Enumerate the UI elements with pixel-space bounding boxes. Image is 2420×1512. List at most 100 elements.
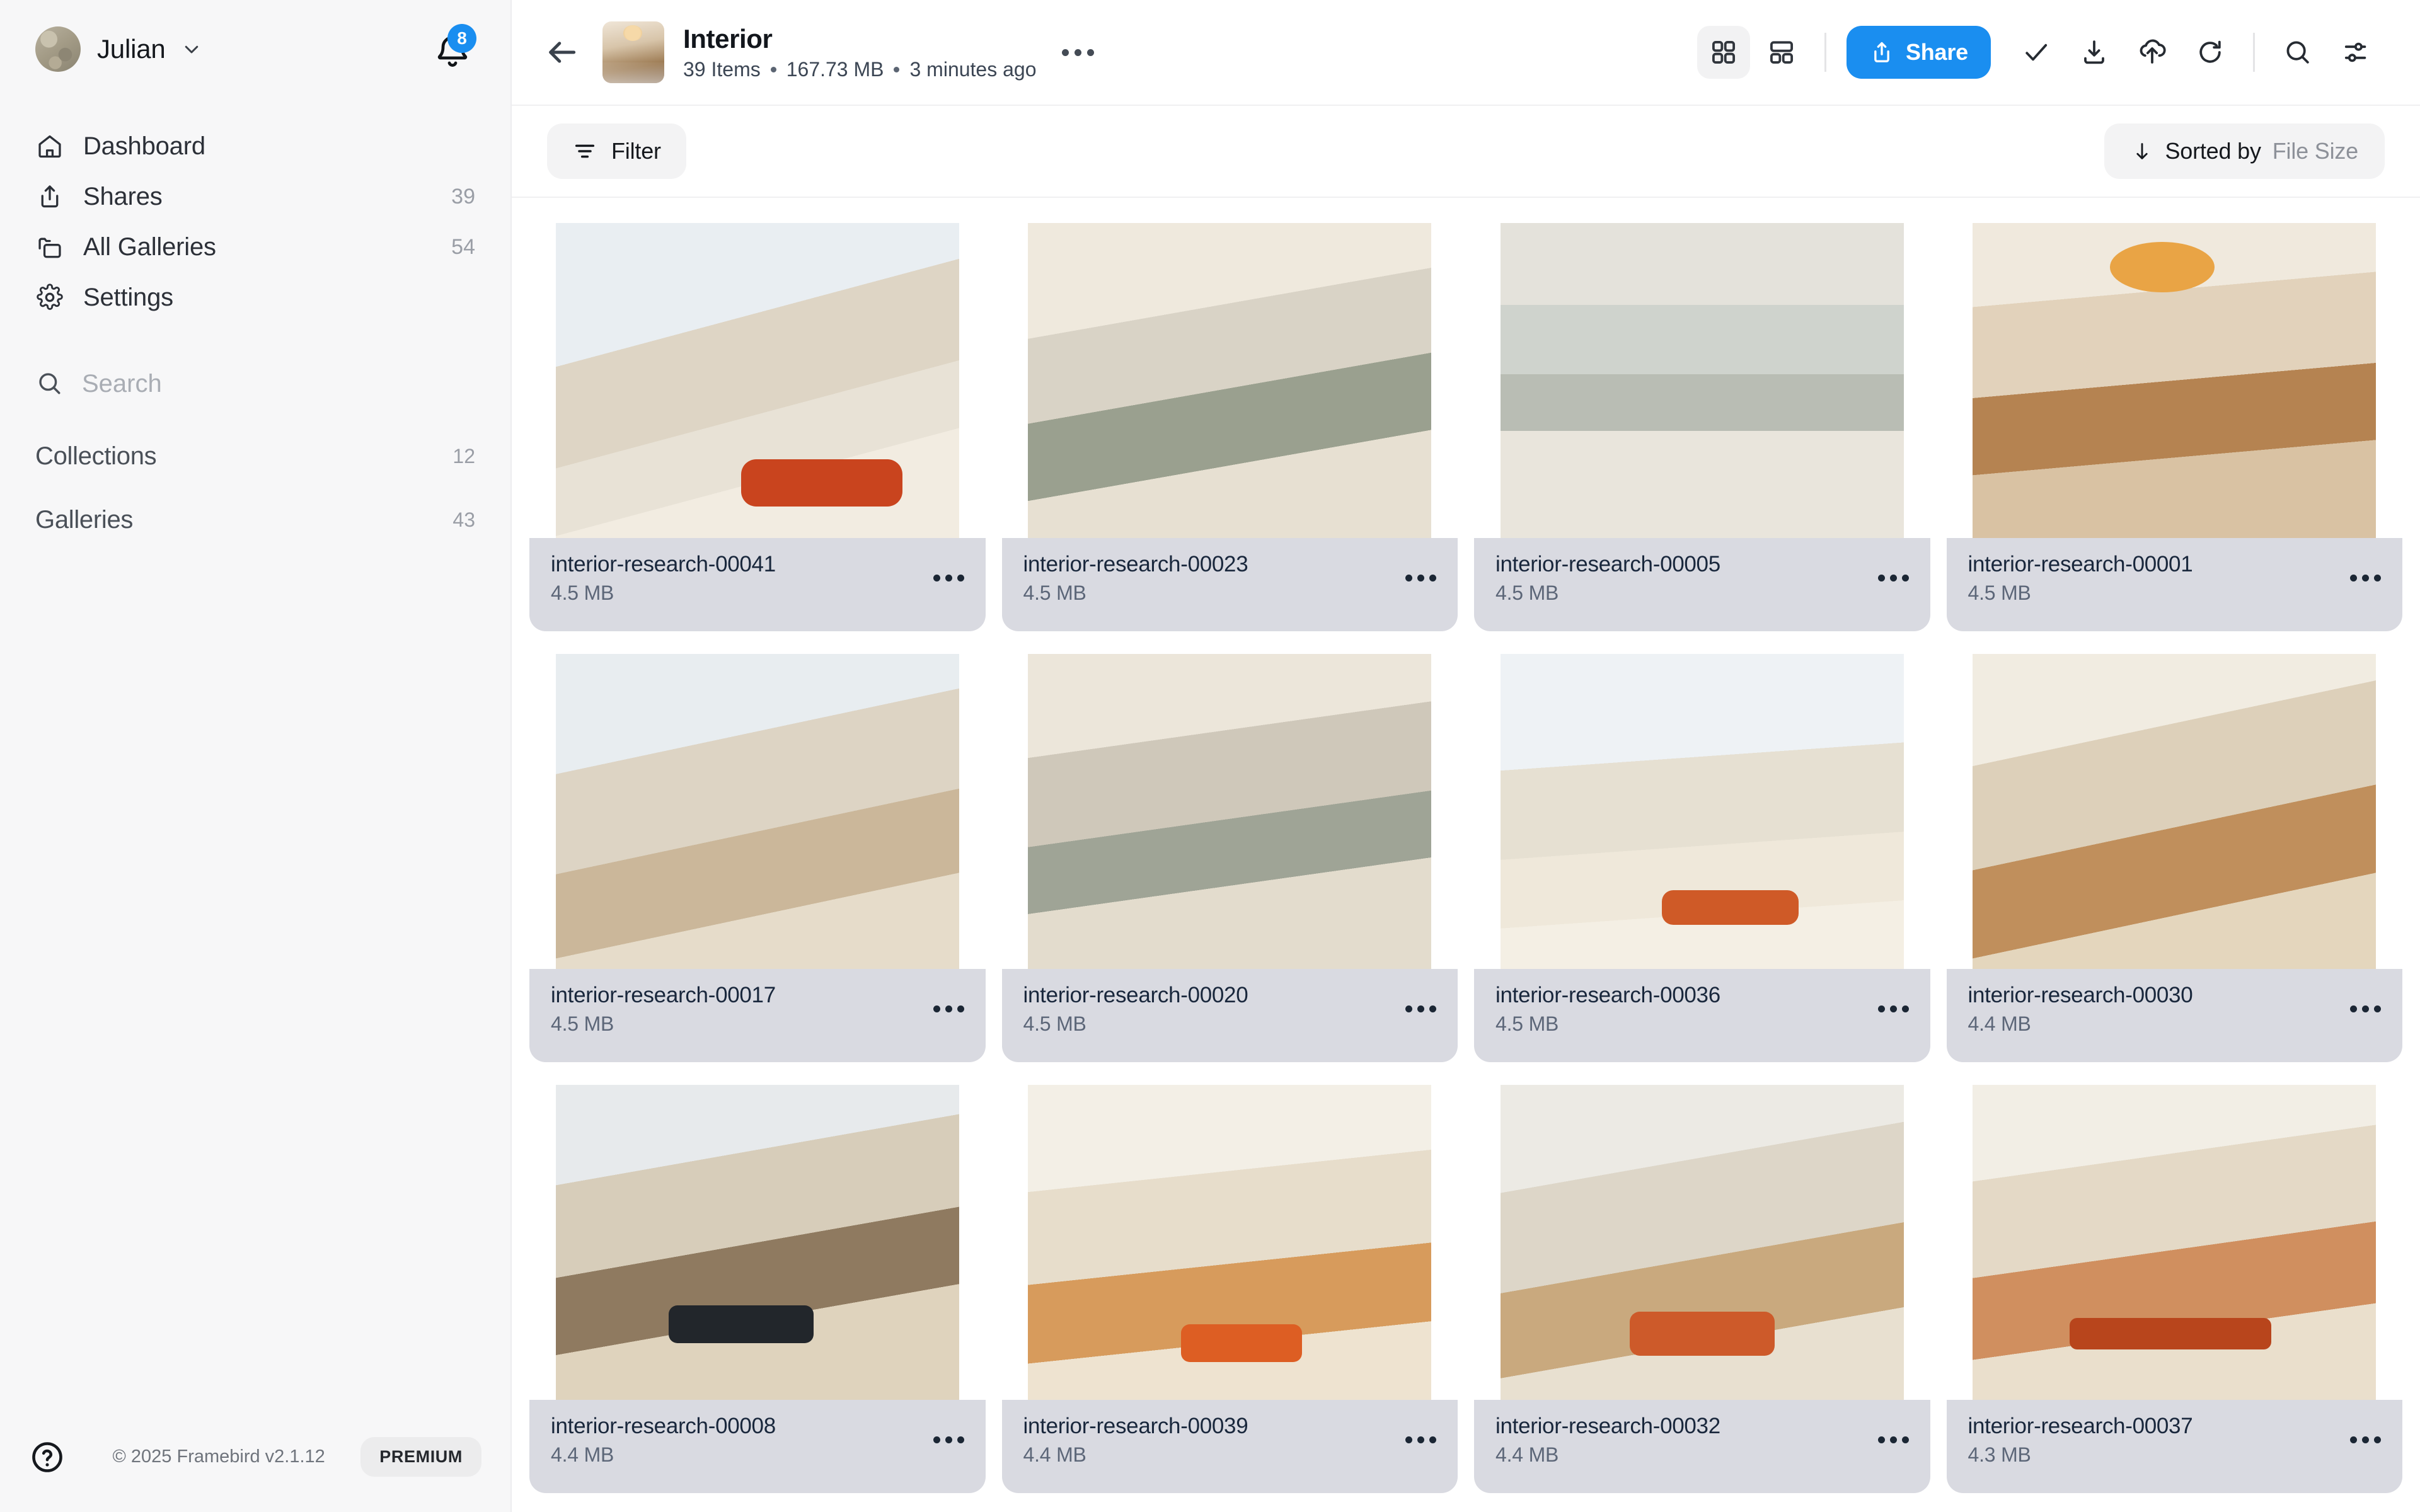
gear-icon (35, 283, 64, 312)
gallery-card[interactable]: interior-research-00039 4.4 MB (1001, 1079, 1458, 1493)
card-more-icon[interactable] (933, 1436, 964, 1443)
sidebar-item-collections[interactable]: Collections 12 (35, 425, 475, 488)
card-caption-text: interior-research-00036 4.5 MB (1495, 983, 1878, 1036)
gallery-card[interactable]: interior-research-00020 4.5 MB (1001, 648, 1458, 1062)
card-image-container (1946, 654, 2402, 969)
notification-badge: 8 (447, 24, 476, 53)
search-input[interactable]: Search (82, 370, 162, 398)
card-image-container (1474, 223, 1930, 538)
notifications-button[interactable]: 8 (430, 24, 476, 72)
card-filesize: 4.4 MB (1023, 1443, 1086, 1466)
gallery-meta: Interior 39 Items 167.73 MB 3 minutes ag… (683, 24, 1037, 81)
card-more-icon[interactable] (1877, 1005, 1909, 1012)
filter-button-label: Filter (611, 138, 661, 164)
card-filesize: 4.5 MB (1495, 581, 1559, 604)
card-image-container (529, 223, 986, 538)
gallery-card[interactable]: interior-research-00023 4.5 MB (1001, 217, 1458, 631)
card-image (555, 654, 959, 969)
list-view-icon[interactable] (1755, 26, 1808, 79)
user-menu[interactable]: Julian (35, 26, 201, 72)
sidebar-header: Julian 8 (0, 0, 510, 72)
sidebar-item-label: All Galleries (83, 232, 216, 261)
back-arrow-icon[interactable] (539, 30, 585, 75)
card-image-container (1474, 654, 1930, 969)
chevron-down-icon (185, 45, 198, 54)
sidebar-sections: Collections 12 Galleries 43 (35, 398, 475, 552)
card-caption-text: interior-research-00008 4.4 MB (551, 1414, 933, 1467)
item-count: 39 Items (683, 57, 761, 81)
plan-badge[interactable]: PREMIUM (360, 1437, 481, 1477)
upload-icon[interactable] (2126, 26, 2179, 79)
card-filename: interior-research-00023 (1023, 552, 1248, 576)
card-more-icon[interactable] (1405, 575, 1436, 581)
card-more-icon[interactable] (1877, 575, 1909, 581)
card-caption: interior-research-00030 4.4 MB (1946, 969, 2402, 1062)
sort-button[interactable]: Sorted by File Size (2104, 123, 2385, 179)
home-icon (35, 132, 64, 161)
gallery-card[interactable] (1001, 1509, 1458, 1512)
sidebar-section-count: 43 (452, 508, 475, 531)
card-more-icon[interactable] (1405, 1005, 1436, 1012)
gallery-card[interactable]: interior-research-00036 4.5 MB (1474, 648, 1930, 1062)
card-filename: interior-research-00001 (1968, 552, 2193, 576)
card-caption: interior-research-00001 4.5 MB (1946, 538, 2402, 631)
gallery-card[interactable] (529, 1509, 986, 1512)
sidebar-item-count: 54 (451, 234, 475, 259)
help-circle-icon[interactable] (29, 1439, 66, 1475)
filter-button[interactable]: Filter (547, 123, 686, 179)
sidebar-item-label: Shares (83, 182, 163, 210)
card-more-icon[interactable] (2350, 1436, 2381, 1443)
card-filename: interior-research-00037 (1968, 1414, 2193, 1438)
refresh-icon[interactable] (2184, 26, 2237, 79)
card-more-icon[interactable] (2350, 1005, 2381, 1012)
card-more-icon[interactable] (933, 1005, 964, 1012)
gallery-card[interactable]: interior-research-00008 4.4 MB (529, 1079, 986, 1493)
share-icon (35, 182, 64, 211)
sliders-icon[interactable] (2329, 26, 2382, 79)
card-caption: interior-research-00039 4.4 MB (1001, 1400, 1458, 1493)
gallery-card[interactable]: interior-research-00041 4.5 MB (529, 217, 986, 631)
card-caption: interior-research-00023 4.5 MB (1001, 538, 1458, 631)
gallery-grid: interior-research-00041 4.5 MB interior-re… (529, 217, 2402, 1512)
card-more-icon[interactable] (933, 575, 964, 581)
main-area: Interior 39 Items 167.73 MB 3 minutes ag… (512, 0, 2420, 1512)
card-filesize: 4.5 MB (1495, 1012, 1559, 1035)
share-button[interactable]: Share (1846, 26, 1991, 79)
card-caption: interior-research-00008 4.4 MB (529, 1400, 986, 1493)
card-more-icon[interactable] (1877, 1436, 1909, 1443)
check-icon[interactable] (2010, 26, 2063, 79)
gallery-card[interactable]: interior-research-00017 4.5 MB (529, 648, 986, 1062)
card-image-container (1001, 654, 1458, 969)
gallery-card[interactable]: interior-research-00032 4.4 MB (1474, 1079, 1930, 1493)
card-filesize: 4.4 MB (1495, 1443, 1559, 1466)
card-caption-text: interior-research-00017 4.5 MB (551, 983, 933, 1036)
card-image (1973, 654, 2377, 969)
sidebar-item-dashboard[interactable]: Dashboard (21, 121, 489, 171)
gallery-card[interactable]: interior-research-00030 4.4 MB (1946, 648, 2402, 1062)
grid-view-icon[interactable] (1697, 26, 1750, 79)
card-caption: interior-research-00037 4.3 MB (1946, 1400, 2402, 1493)
card-caption: interior-research-00020 4.5 MB (1001, 969, 1458, 1062)
gallery-card[interactable]: interior-research-00037 4.3 MB (1946, 1079, 2402, 1493)
sidebar-item-settings[interactable]: Settings (21, 272, 489, 323)
sidebar-item-galleries[interactable]: Galleries 43 (35, 488, 475, 552)
search-icon[interactable] (2271, 26, 2324, 79)
sidebar-item-label: Settings (83, 283, 173, 311)
gallery-card[interactable]: interior-research-00005 4.5 MB (1474, 217, 1930, 631)
gallery-card[interactable] (1474, 1509, 1930, 1512)
card-image (1500, 223, 1904, 538)
card-more-icon[interactable] (2350, 575, 2381, 581)
sidebar-item-shares[interactable]: Shares 39 (21, 171, 489, 222)
gallery-scroll-area[interactable]: interior-research-00041 4.5 MB interior-re… (512, 198, 2420, 1512)
card-filesize: 4.5 MB (551, 1012, 614, 1035)
sidebar-item-all-galleries[interactable]: All Galleries 54 (21, 222, 489, 272)
gallery-card[interactable] (1946, 1509, 2402, 1512)
card-more-icon[interactable] (1405, 1436, 1436, 1443)
card-filename: interior-research-00017 (551, 983, 776, 1007)
card-filename: interior-research-00032 (1495, 1414, 1720, 1438)
sidebar-search[interactable]: Search (35, 369, 475, 398)
card-image-container (1946, 223, 2402, 538)
more-horizontal-icon[interactable] (1058, 32, 1098, 72)
gallery-card[interactable]: interior-research-00001 4.5 MB (1946, 217, 2402, 631)
download-icon[interactable] (2068, 26, 2121, 79)
